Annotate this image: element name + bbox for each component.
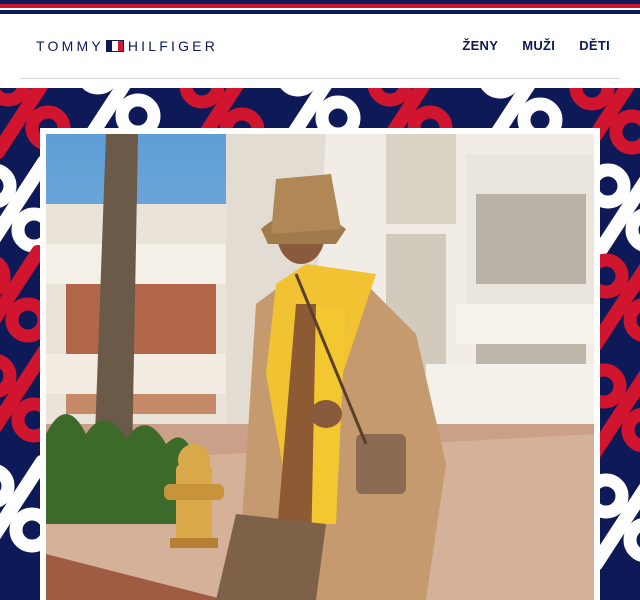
campaign-photo[interactable] (46, 134, 594, 600)
logo-text-right: HILFIGER (127, 38, 219, 54)
model-in-bucket-hat-image (46, 134, 594, 600)
flag-icon (105, 40, 124, 52)
nav-item-men[interactable]: MUŽI (522, 38, 555, 53)
percent-icon (0, 252, 44, 344)
brand-logo[interactable]: TOMMY HILFIGER (36, 38, 218, 54)
nav-item-kids[interactable]: DĚTI (579, 38, 610, 53)
promo-banner[interactable] (0, 88, 640, 600)
site-header: TOMMY HILFIGER ŽENY MUŽI DĚTI (0, 14, 640, 88)
nav-item-women[interactable]: ŽENY (462, 38, 498, 53)
main-nav: ŽENY MUŽI DĚTI (462, 38, 610, 53)
logo-text-left: TOMMY (36, 38, 104, 54)
header-divider (20, 78, 620, 79)
campaign-photo-frame (40, 128, 600, 600)
